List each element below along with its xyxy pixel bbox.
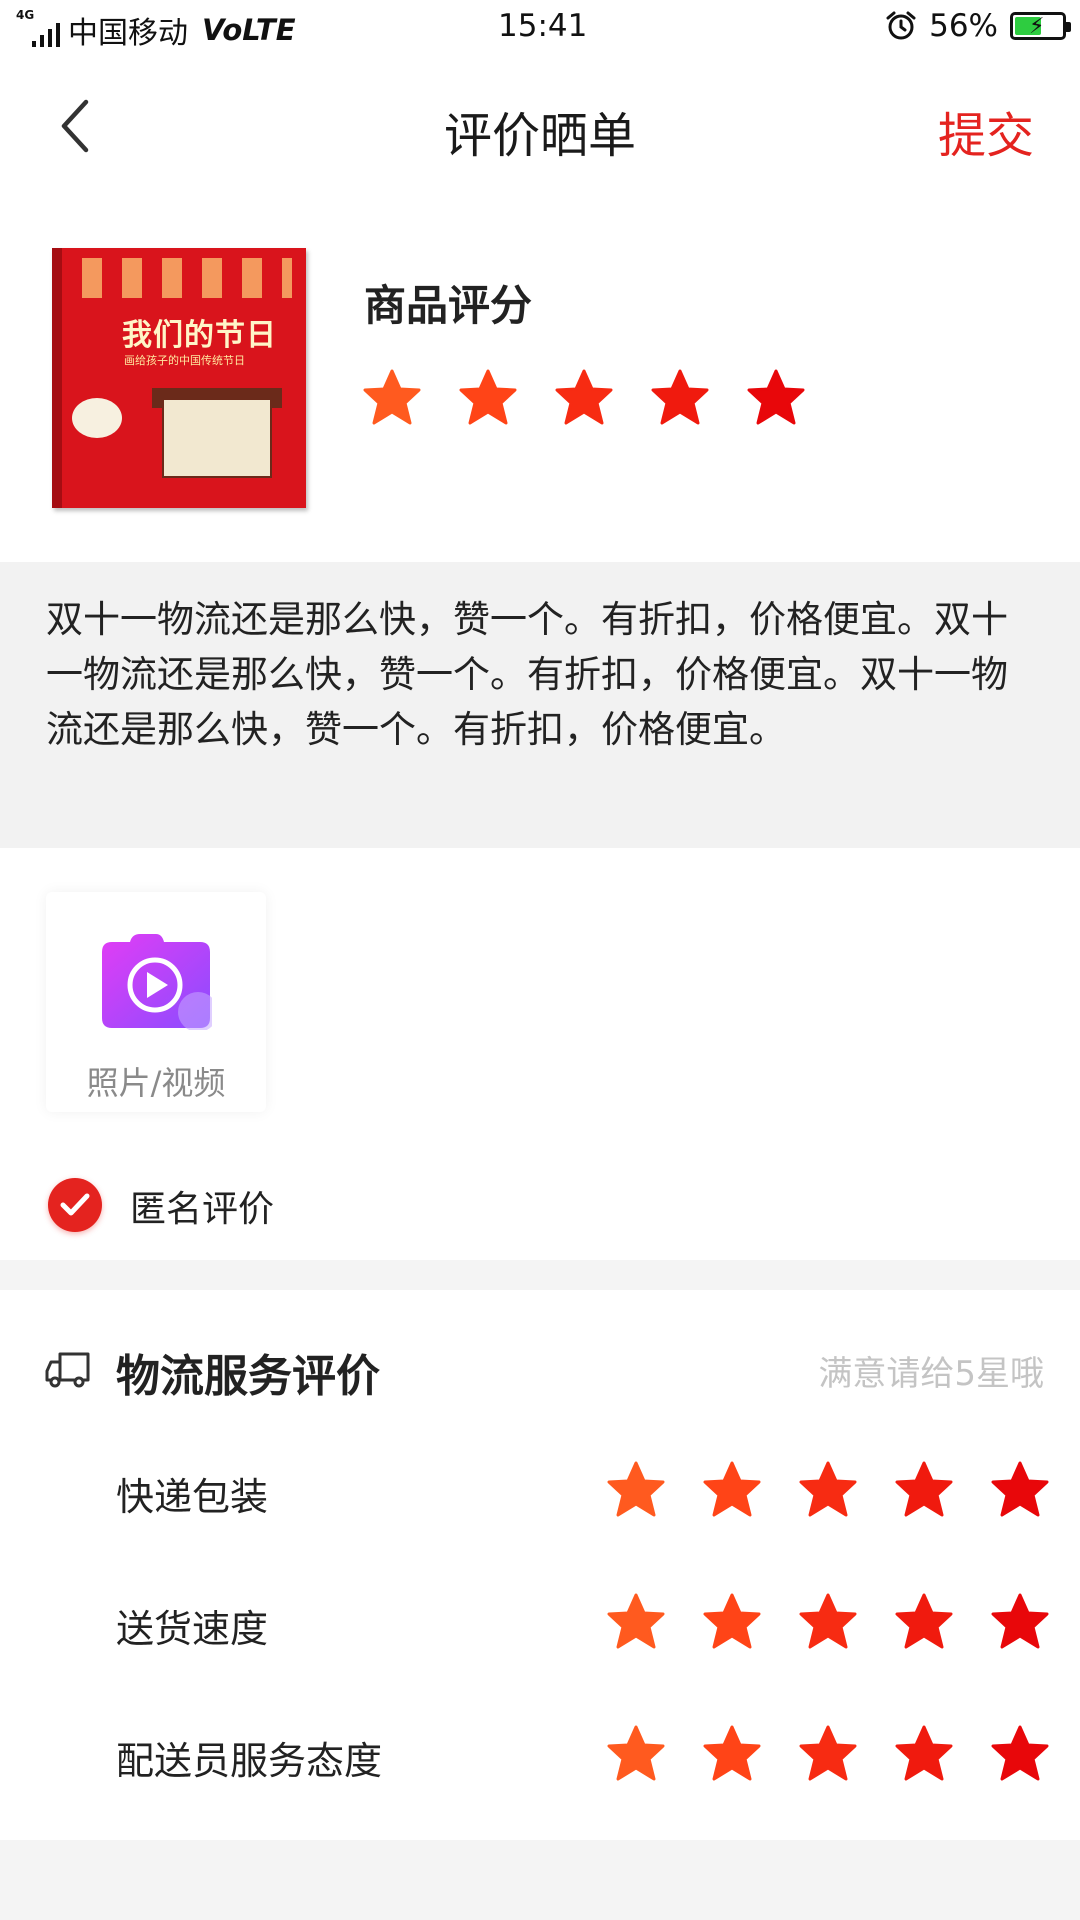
star-icon[interactable] [702,1724,762,1784]
star-icon[interactable] [606,1724,666,1784]
anonymous-checkbox[interactable] [48,1178,102,1232]
submit-button[interactable]: 提交 [938,96,1034,166]
star-icon[interactable] [894,1592,954,1652]
battery-icon: ⚡ [1010,12,1071,40]
star-icon[interactable] [798,1724,858,1784]
anonymous-label[interactable]: 匿名评价 [130,1180,274,1232]
truck-icon [45,1352,90,1388]
logistics-row-speed: 送货速度 [0,1592,1080,1652]
upload-label: 照片/视频 [86,1064,226,1102]
star-icon[interactable] [650,368,710,428]
star-icon[interactable] [990,1592,1050,1652]
logistics-row-label: 送货速度 [116,1607,269,1651]
logistics-title: 物流服务评价 [116,1351,380,1402]
logistics-row-packaging: 快递包装 [0,1460,1080,1520]
signal-icon [32,23,60,47]
star-icon[interactable] [746,368,806,428]
logistics-rating-section: 物流服务评价 满意请给5星哦 快递包装 送货速度 配送员服务态度 [0,1290,1080,1840]
star-icon[interactable] [606,1592,666,1652]
star-icon[interactable] [606,1460,666,1520]
product-rating-title: 商品评分 [364,281,533,330]
carrier-name: 中国移动 [68,16,188,51]
courier-star-rating[interactable] [606,1724,1050,1784]
star-icon[interactable] [990,1460,1050,1520]
packaging-star-rating[interactable] [606,1460,1050,1520]
battery-percent: 56% [929,8,998,44]
star-icon[interactable] [894,1724,954,1784]
product-cover-subtitle: 画给孩子的中国传统节日 [124,354,245,367]
volte-indicator: VoLTE [202,13,296,47]
logistics-hint: 满意请给5星哦 [818,1354,1044,1394]
logistics-row-label: 快递包装 [116,1475,269,1519]
clock: 15:41 [498,8,588,44]
alarm-icon [886,11,916,40]
status-bar: 4G 中国移动 VoLTE 15:41 56% ⚡ [0,0,1080,56]
charging-icon: ⚡ [1029,14,1045,39]
star-icon[interactable] [362,368,422,428]
logistics-row-courier: 配送员服务态度 [0,1724,1080,1784]
upload-photo-video-button[interactable]: 照片/视频 [46,892,266,1112]
star-icon[interactable] [458,368,518,428]
signal-area: 4G 中国移动 VoLTE [14,8,296,52]
product-rating-section: 我们的节日 画给孩子的中国传统节日 商品评分 [0,196,1080,562]
status-right: 56% ⚡ [885,8,1071,44]
star-icon[interactable] [894,1460,954,1520]
network-type: 4G [16,8,35,22]
camera-play-icon [102,934,212,1030]
logistics-row-label: 配送员服务态度 [116,1739,383,1783]
product-image[interactable]: 我们的节日 画给孩子的中国传统节日 [52,248,306,508]
page-title: 评价晒单 [443,108,636,164]
media-section: 照片/视频 匿名评价 [0,848,1080,1260]
star-icon[interactable] [554,368,614,428]
nav-bar: 评价晒单 提交 [0,56,1080,196]
star-icon[interactable] [702,1592,762,1652]
review-text[interactable]: 双十一物流还是那么快，赞一个。有折扣，价格便宜。双十一物流还是那么快，赞一个。有… [46,592,1036,757]
product-star-rating[interactable] [362,368,806,428]
checkmark-icon [60,1193,90,1216]
review-text-area[interactable]: 双十一物流还是那么快，赞一个。有折扣，价格便宜。双十一物流还是那么快，赞一个。有… [0,562,1080,848]
star-icon[interactable] [798,1592,858,1652]
speed-star-rating[interactable] [606,1592,1050,1652]
star-icon[interactable] [702,1460,762,1520]
star-icon[interactable] [798,1460,858,1520]
star-icon[interactable] [990,1724,1050,1784]
product-cover-title: 我们的节日 [122,318,277,353]
